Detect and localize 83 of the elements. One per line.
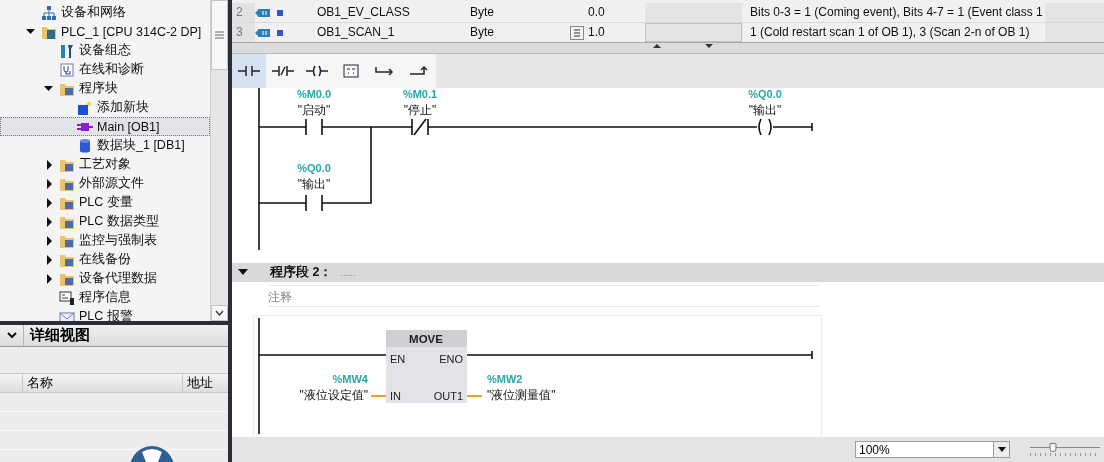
operand-address: %Q0.0 bbox=[297, 162, 331, 174]
contact-icon bbox=[237, 63, 261, 79]
add-block-icon bbox=[77, 99, 93, 116]
table-cell-text: 1 (Cold restart scan 1 of OB 1), 3 (Scan 2-n of OB 1) bbox=[749, 24, 1031, 41]
tools-icon bbox=[59, 42, 75, 59]
network-title: 程序段 2： bbox=[270, 264, 333, 281]
table-cell-text: OB1_EV_CLASS bbox=[317, 4, 411, 21]
column-header: 地址 bbox=[182, 374, 228, 392]
output-wire bbox=[466, 395, 483, 397]
pin-label: ENO bbox=[439, 353, 463, 365]
table-cell-text: Byte bbox=[470, 4, 495, 21]
panel-title: 详细视图 bbox=[28, 326, 90, 345]
coil-symbol bbox=[758, 118, 772, 136]
table-cell-text: 1.0 bbox=[587, 24, 606, 41]
table-cell-text: 0.0 bbox=[587, 4, 606, 21]
coil-icon bbox=[305, 63, 329, 79]
network-icon bbox=[41, 4, 57, 21]
operand-tag: "输出" bbox=[748, 103, 782, 117]
table-cell-text: OB1_SCAN_1 bbox=[317, 24, 396, 41]
box-title: MOVE bbox=[409, 333, 443, 345]
chevron-down-icon[interactable] bbox=[6, 332, 17, 339]
parameter-icon bbox=[255, 7, 271, 18]
tree-item[interactable]: 在线备份 bbox=[0, 250, 210, 269]
toolbar-button[interactable] bbox=[232, 54, 266, 88]
bullet-icon bbox=[277, 29, 283, 36]
rung-end-mark bbox=[811, 122, 813, 132]
zoom-select[interactable]: 100% bbox=[855, 441, 1010, 458]
operand-address: %MW2 bbox=[487, 373, 523, 385]
tree-item[interactable]: 设备和网络 bbox=[0, 3, 210, 22]
collapse-arrow-icon[interactable] bbox=[43, 83, 55, 94]
operand-tag: "液位设定值" bbox=[299, 388, 368, 402]
tree-item[interactable]: PLC_1 [CPU 314C-2 DP] bbox=[0, 22, 210, 41]
rung-end-mark bbox=[811, 350, 813, 360]
comment-field[interactable]: 注释 bbox=[268, 285, 820, 307]
parameter-icon bbox=[255, 27, 271, 38]
tree-item[interactable]: PLC 数据类型 bbox=[0, 212, 210, 231]
toolbar-button[interactable] bbox=[402, 54, 436, 88]
row-number: 2 bbox=[232, 3, 255, 22]
operand-address: %M0.1 bbox=[402, 88, 438, 100]
tree-item[interactable]: 程序块 bbox=[0, 79, 210, 98]
operand-tag: "液位测量值" bbox=[487, 388, 556, 402]
operand-tag: "启动" bbox=[297, 103, 331, 117]
table-cell-text: Byte bbox=[470, 24, 495, 41]
pin-label: EN bbox=[390, 353, 406, 365]
row-number: 3 bbox=[232, 23, 255, 42]
tree-item[interactable]: 设备代理数据 bbox=[0, 269, 210, 288]
collapse-arrow-icon[interactable] bbox=[25, 26, 37, 37]
operand-address: %Q0.0 bbox=[748, 88, 782, 100]
contact-symbol bbox=[305, 118, 323, 136]
tree-item[interactable]: 设备组态 bbox=[0, 41, 210, 60]
input-wire bbox=[370, 395, 387, 397]
column-header: 名称 bbox=[22, 374, 182, 392]
contact-symbol bbox=[305, 194, 323, 212]
tree-item[interactable]: 添加新块 bbox=[0, 98, 210, 117]
tree-item[interactable]: PLC 报警 bbox=[0, 307, 210, 321]
tree-item[interactable]: 程序信息 bbox=[0, 288, 210, 307]
caret-icon bbox=[997, 447, 1006, 452]
list-icon[interactable] bbox=[570, 25, 584, 40]
tree-item[interactable]: 外部源文件 bbox=[0, 174, 210, 193]
toolbar-button[interactable] bbox=[266, 54, 300, 88]
operand-tag: "停止" bbox=[403, 103, 437, 117]
closed-contact-icon bbox=[271, 63, 295, 79]
pin-label: IN bbox=[390, 390, 401, 402]
operand-tag: "输出" bbox=[297, 177, 331, 191]
operand-address: %MW4 bbox=[332, 373, 368, 385]
closed-contact-symbol bbox=[411, 118, 429, 136]
grip-icon bbox=[215, 31, 224, 39]
collapse-arrow-icon[interactable] bbox=[238, 269, 248, 276]
program-info-icon bbox=[59, 289, 75, 306]
tree-item[interactable]: PLC 变量 bbox=[0, 193, 210, 212]
operand-address: %M0.0 bbox=[296, 88, 332, 100]
tree-item[interactable]: 在线和诊断 bbox=[0, 60, 210, 79]
stethoscope-icon bbox=[59, 61, 75, 78]
bullet-icon bbox=[277, 9, 283, 16]
tree-item[interactable]: Main [OB1] bbox=[0, 117, 210, 136]
scroll-down-icon[interactable] bbox=[215, 310, 224, 316]
database-icon bbox=[77, 137, 93, 154]
tree-item[interactable]: 工艺对象 bbox=[0, 155, 210, 174]
table-cell-text: Bits 0-3 = 1 (Coming event), Bits 4-7 = 1 (Event class 1 bbox=[749, 4, 1044, 21]
pin-label: OUT1 bbox=[433, 390, 463, 402]
slider-thumb[interactable] bbox=[1049, 442, 1057, 452]
tree-item[interactable]: 监控与强制表 bbox=[0, 231, 210, 250]
tree-item[interactable]: 数据块_1 [DB1] bbox=[0, 136, 210, 155]
